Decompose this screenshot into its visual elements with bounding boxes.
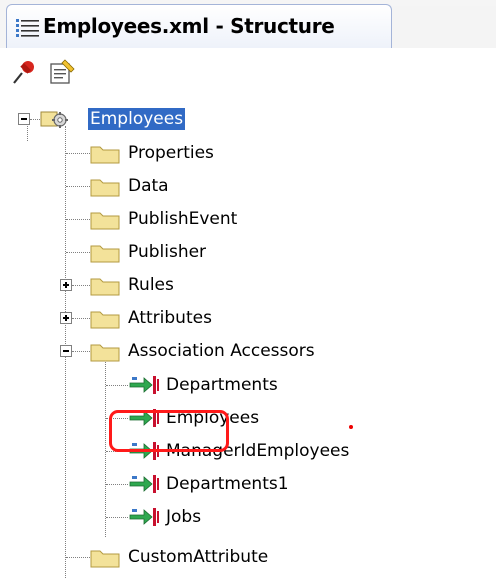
folder-icon: [90, 146, 120, 164]
annotation-dot: [349, 425, 353, 429]
jobs-highlight-box: [109, 410, 229, 452]
tree-node-label: Attributes: [128, 308, 212, 328]
accessor-icon: [129, 508, 159, 526]
structure-panel: Employees.xml - Structure Employees Prop…: [0, 0, 496, 578]
tree-node-label: Properties: [128, 143, 214, 163]
expand-icon[interactable]: [60, 312, 72, 324]
collapse-icon[interactable]: [60, 345, 72, 357]
tree-node-label: CustomAttribute: [128, 547, 269, 567]
accessor-icon: [129, 475, 159, 493]
folder-icon: [90, 245, 120, 263]
expand-icon[interactable]: [60, 279, 72, 291]
structure-icon: [16, 19, 39, 37]
edit-icon[interactable]: [48, 58, 76, 86]
tree-node-label-employees: Employees: [88, 108, 186, 130]
entity-gear-icon: [40, 111, 68, 128]
folder-icon: [90, 212, 120, 230]
accessor-icon: [129, 376, 159, 394]
tree-node-label: Departments1: [166, 474, 289, 494]
panel-title: Employees.xml - Structure: [43, 14, 335, 38]
folder-open-icon: [90, 344, 120, 362]
tree-node-label: Jobs: [166, 507, 202, 527]
tree-node-label: Departments: [166, 375, 278, 395]
folder-icon: [90, 550, 120, 568]
tree-node-label: Association Accessors: [128, 341, 315, 361]
pin-icon[interactable]: [10, 58, 38, 86]
structure-tab[interactable]: Employees.xml - Structure: [6, 4, 392, 48]
folder-icon: [90, 179, 120, 197]
tree-node-label: Publisher: [128, 242, 207, 262]
structure-tree: Employees Properties Data PublishEvent P…: [0, 96, 496, 578]
folder-icon: [90, 311, 120, 329]
tab-strip-background: [392, 6, 496, 49]
tree-node-label: Rules: [128, 275, 174, 295]
tab-strip: Employees.xml - Structure: [0, 0, 496, 49]
tree-node-label: PublishEvent: [128, 209, 238, 229]
folder-icon: [90, 278, 120, 296]
toolbar: [0, 48, 496, 96]
tree-node-label: Data: [128, 176, 169, 196]
collapse-icon[interactable]: [18, 113, 30, 125]
